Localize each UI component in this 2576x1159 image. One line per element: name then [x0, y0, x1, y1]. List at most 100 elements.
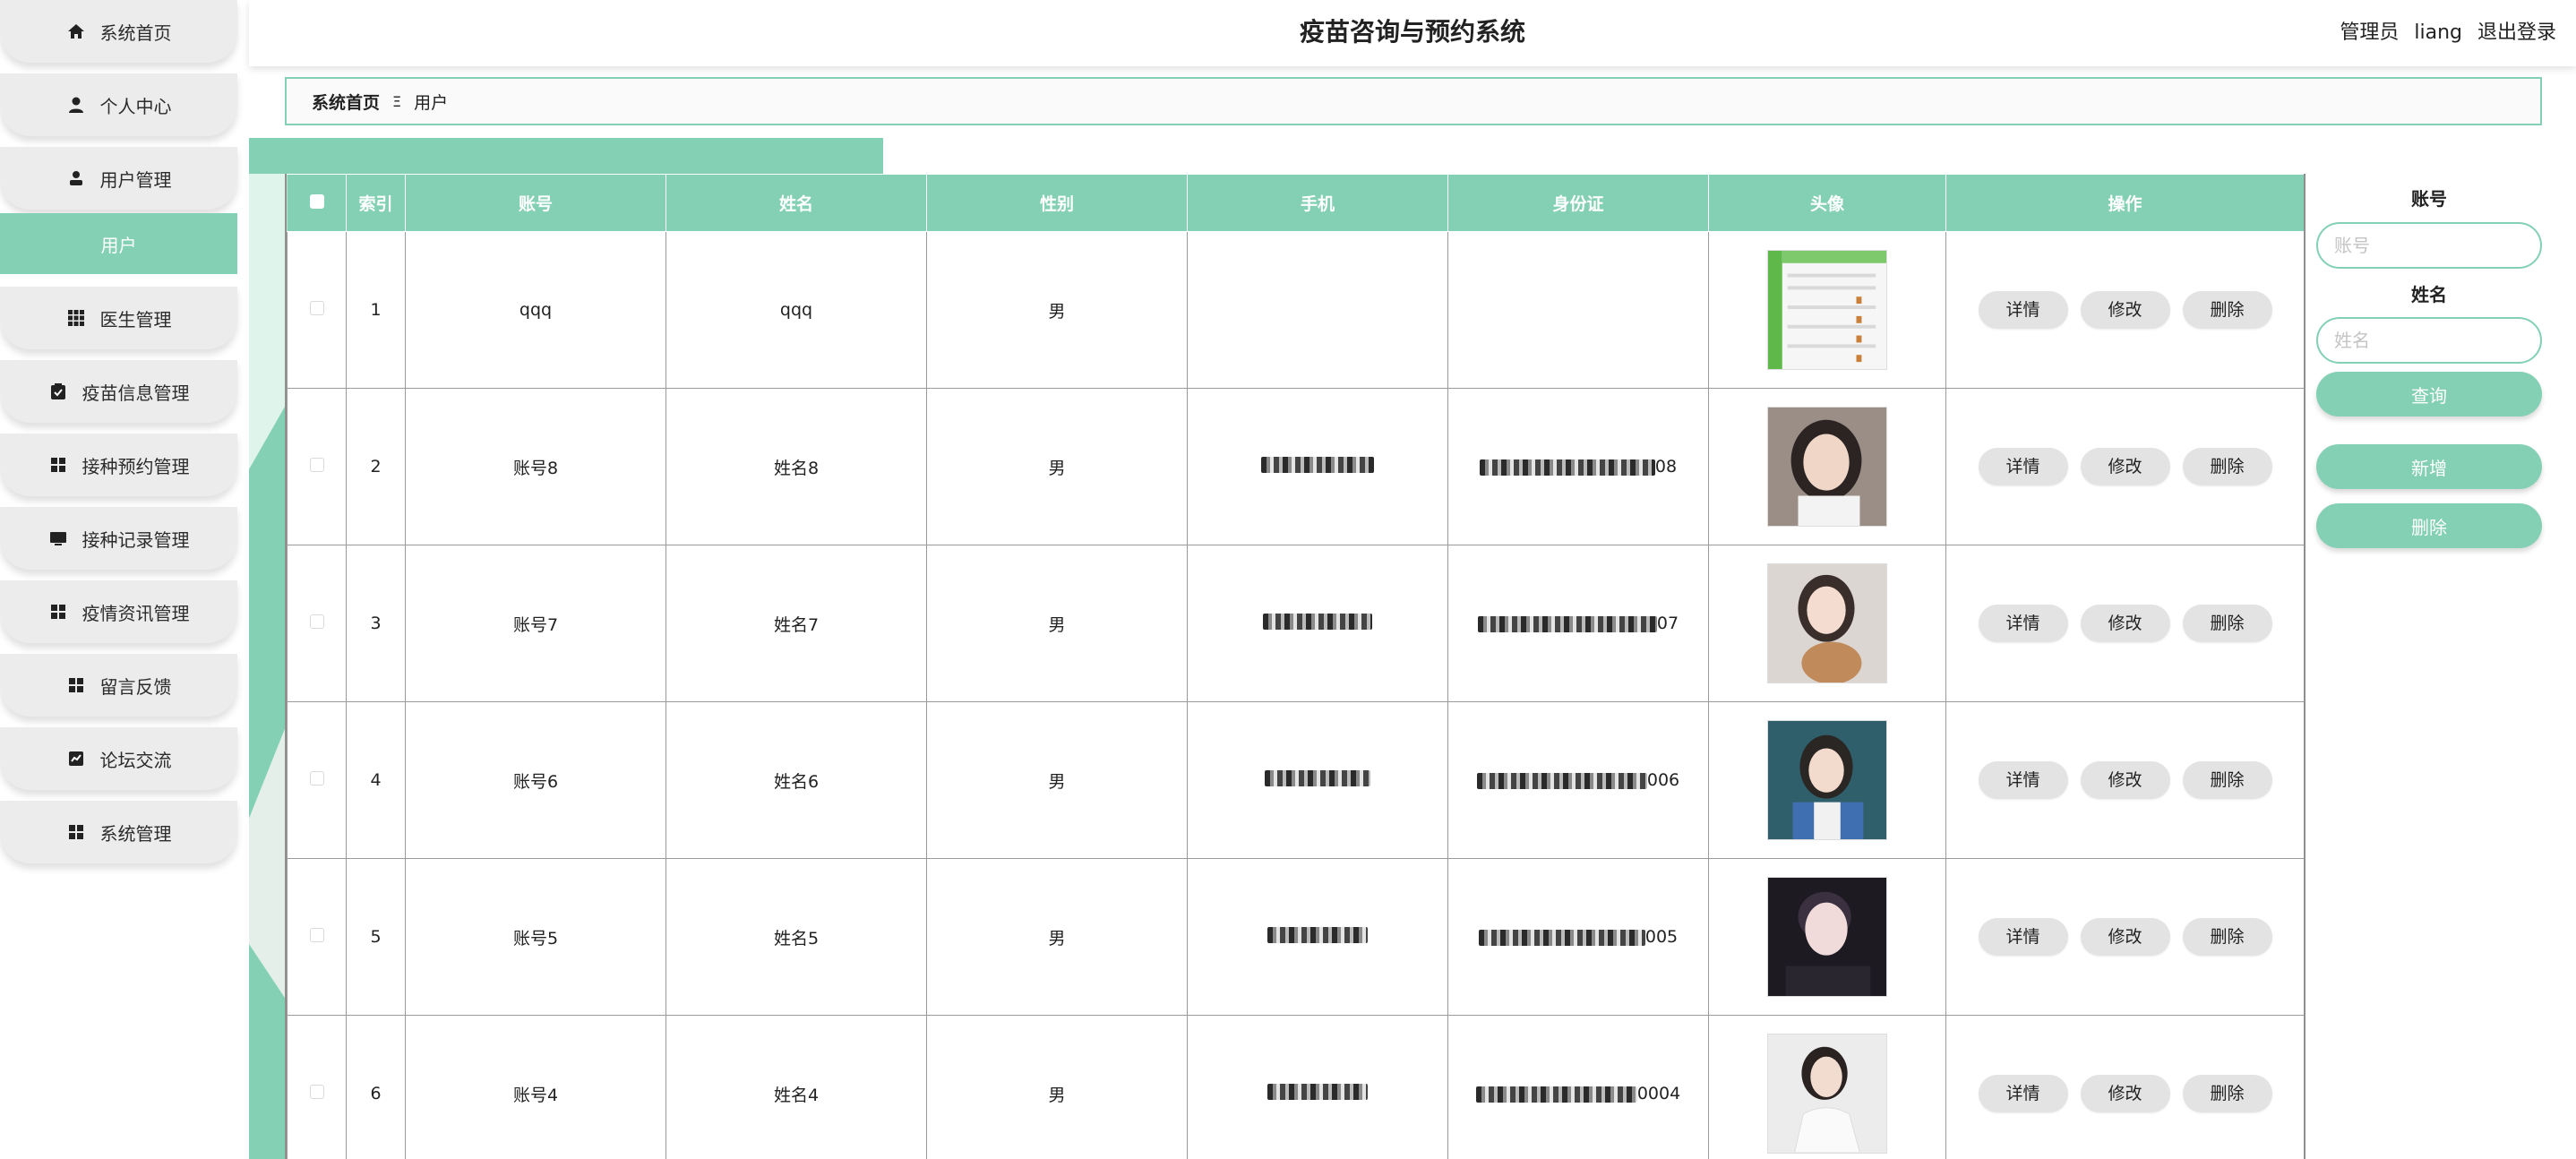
breadcrumb-current: 用户 — [414, 92, 449, 113]
edit-button[interactable]: 修改 — [2080, 291, 2170, 329]
cell-id-card: 07 — [1447, 545, 1709, 702]
add-button[interactable]: 新增 — [2316, 444, 2542, 489]
sidebar-item-label: 用户管理 — [99, 168, 172, 191]
avatar-image[interactable] — [1767, 1034, 1887, 1154]
avatar-image[interactable] — [1767, 877, 1887, 997]
table-row: 3 账号7 姓名7 男 07 详情 修改 删除 — [287, 545, 2304, 702]
cell-avatar — [1708, 701, 1946, 859]
sidebar-item-label: 个人中心 — [99, 95, 172, 117]
column-header-avatar: 头像 — [1708, 174, 1946, 232]
clipboard-check-icon — [48, 382, 68, 401]
cell-phone — [1187, 545, 1448, 702]
apps-icon — [48, 455, 68, 475]
cell-account: 账号6 — [405, 701, 666, 859]
cell-index: 6 — [346, 1015, 406, 1159]
sidebar-item-system[interactable]: 系统管理 — [0, 801, 237, 863]
detail-button[interactable]: 详情 — [1978, 291, 2068, 329]
delete-button[interactable]: 删除 — [2182, 1075, 2272, 1112]
table-row: 1 qqq qqq 男 详情 修改 删除 — [287, 231, 2304, 389]
avatar-image[interactable] — [1767, 250, 1887, 370]
user-area: 管理员 liang 退出登录 — [2331, 16, 2556, 45]
delete-button[interactable]: 删除 — [2182, 291, 2272, 329]
column-header-actions: 操作 — [1945, 174, 2304, 232]
cell-index: 5 — [346, 858, 406, 1016]
edit-button[interactable]: 修改 — [2080, 761, 2170, 799]
cell-account: 账号7 — [405, 545, 666, 702]
apps-icon — [66, 675, 86, 695]
cell-gender: 男 — [926, 231, 1188, 389]
detail-button[interactable]: 详情 — [1978, 1075, 2068, 1112]
cell-name: 姓名5 — [665, 858, 927, 1016]
account-search-input[interactable] — [2316, 222, 2542, 269]
select-all-checkbox[interactable] — [309, 193, 324, 209]
sidebar-item-label: 疫情资讯管理 — [82, 602, 190, 624]
cell-phone — [1187, 388, 1448, 545]
sidebar-item-label: 系统首页 — [99, 21, 172, 44]
delete-button[interactable]: 删除 — [2182, 761, 2272, 799]
id-card-suffix: 0004 — [1636, 1084, 1681, 1103]
top-header: 疫苗咨询与预约系统 管理员 liang 退出登录 — [249, 0, 2576, 66]
cell-actions: 详情 修改 删除 — [1945, 701, 2304, 859]
sidebar-item-records[interactable]: 接种记录管理 — [0, 507, 237, 570]
sidebar-item-label: 疫苗信息管理 — [82, 382, 190, 404]
sidebar-subitem-user[interactable]: 用户 — [0, 213, 237, 274]
column-header-id-card: 身份证 — [1447, 174, 1709, 232]
edit-button[interactable]: 修改 — [2080, 1075, 2170, 1112]
row-checkbox[interactable] — [309, 928, 324, 942]
sidebar-item-home[interactable]: 系统首页 — [0, 0, 237, 63]
redacted-phone — [1267, 1083, 1368, 1100]
delete-button[interactable]: 删除 — [2182, 448, 2272, 485]
row-checkbox[interactable] — [309, 301, 324, 315]
sidebar-item-news[interactable]: 疫情资讯管理 — [0, 580, 237, 643]
row-checkbox[interactable] — [309, 458, 324, 472]
row-select-cell — [287, 1015, 347, 1159]
monitor-icon — [48, 528, 68, 548]
cell-actions: 详情 修改 删除 — [1945, 545, 2304, 702]
batch-delete-button[interactable]: 删除 — [2316, 503, 2542, 548]
sidebar-item-doctors[interactable]: 医生管理 — [0, 287, 237, 349]
apps-icon — [48, 602, 68, 622]
delete-button[interactable]: 删除 — [2182, 918, 2272, 956]
avatar-image[interactable] — [1767, 407, 1887, 527]
redacted-id — [1477, 615, 1657, 632]
detail-button[interactable]: 详情 — [1978, 918, 2068, 956]
name-search-label: 姓名 — [2411, 284, 2447, 305]
sidebar-item-users[interactable]: 用户管理 — [0, 147, 237, 210]
sidebar-item-forum[interactable]: 论坛交流 — [0, 727, 237, 790]
sidebar-item-feedback[interactable]: 留言反馈 — [0, 654, 237, 717]
avatar-image[interactable] — [1767, 563, 1887, 683]
decorative-tab — [249, 138, 883, 174]
edit-button[interactable]: 修改 — [2080, 448, 2170, 485]
id-card-suffix: 07 — [1656, 614, 1679, 633]
delete-button[interactable]: 删除 — [2182, 605, 2272, 642]
detail-button[interactable]: 详情 — [1978, 761, 2068, 799]
edit-button[interactable]: 修改 — [2080, 605, 2170, 642]
redacted-phone — [1265, 769, 1370, 786]
edit-button[interactable]: 修改 — [2080, 918, 2170, 956]
breadcrumb-home[interactable]: 系统首页 — [312, 90, 380, 114]
row-checkbox[interactable] — [309, 614, 324, 629]
id-card-suffix: 006 — [1646, 770, 1680, 790]
cell-gender: 男 — [926, 545, 1188, 702]
apps-icon — [66, 822, 86, 842]
account-search-label: 账号 — [2411, 188, 2447, 210]
row-checkbox[interactable] — [309, 771, 324, 786]
name-search-input[interactable] — [2316, 317, 2542, 364]
logout-button[interactable]: 退出登录 — [2477, 21, 2556, 44]
detail-button[interactable]: 详情 — [1978, 448, 2068, 485]
sidebar-item-vaccine-info[interactable]: 疫苗信息管理 — [0, 360, 237, 423]
table-row: 4 账号6 姓名6 男 006 详情 修改 删除 — [287, 701, 2304, 859]
query-button[interactable]: 查询 — [2316, 372, 2542, 416]
row-checkbox[interactable] — [309, 1085, 324, 1099]
column-header-account: 账号 — [405, 174, 666, 232]
sidebar-item-appointments[interactable]: 接种预约管理 — [0, 434, 237, 496]
cell-phone — [1187, 231, 1448, 389]
detail-button[interactable]: 详情 — [1978, 605, 2068, 642]
avatar-image[interactable] — [1767, 720, 1887, 840]
cell-account: qqq — [405, 231, 666, 389]
sidebar-item-profile[interactable]: 个人中心 — [0, 73, 237, 136]
cell-index: 4 — [346, 701, 406, 859]
app-title: 疫苗咨询与预约系统 — [1299, 17, 1525, 47]
sidebar: 系统首页 个人中心 用户管理 用户 医生管理 疫苗信息管理 接种预约管理 接种记… — [0, 0, 237, 1159]
username: liang — [2414, 21, 2462, 44]
